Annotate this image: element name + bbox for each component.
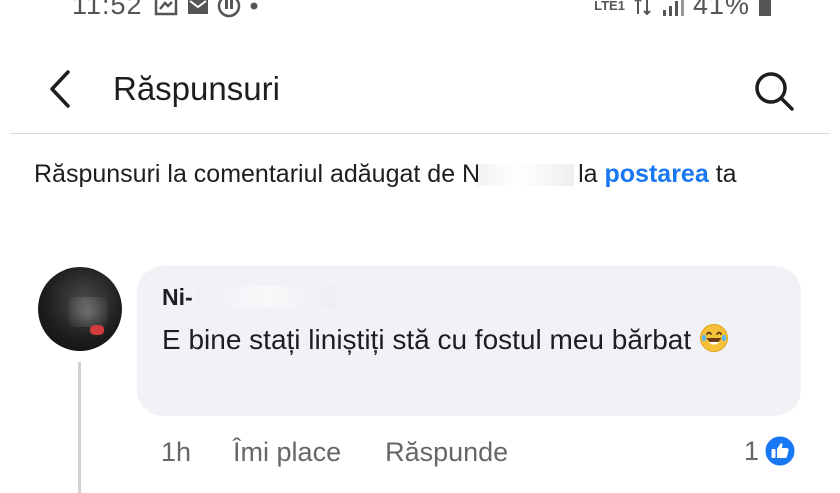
battery-icon — [759, 0, 771, 16]
search-button[interactable] — [750, 67, 798, 115]
signal-icon — [662, 0, 684, 16]
comment-actions: 1h Îmi place Răspunde — [161, 434, 552, 470]
battery-percent: 41% — [692, 0, 750, 20]
like-reaction-icon — [763, 434, 797, 468]
data-transfer-icon — [634, 0, 651, 15]
data-saver-icon — [217, 0, 240, 17]
comment-text: E bine stați liniștiți stă cu fostul meu… — [162, 324, 692, 355]
avatar-highlight — [68, 297, 108, 327]
thread-line — [78, 362, 81, 493]
comment-bubble[interactable]: Ni- E bine stați liniștiți stă cu fostul… — [137, 266, 801, 416]
comment-time: 1h — [161, 436, 192, 467]
page-title: Răspunsuri — [113, 70, 280, 107]
header-divider — [10, 133, 830, 134]
replies-screen: 11:52 LTE1 41% Răspunsuri Răspunsuri la … — [0, 0, 840, 493]
back-button[interactable] — [38, 67, 82, 111]
avatar-detail — [90, 325, 104, 335]
search-icon — [755, 72, 794, 111]
context-suffix: ta — [715, 160, 737, 188]
status-notification-icons — [153, 0, 259, 18]
context-prefix: Răspunsuri la comentariul adăugat de N — [34, 160, 481, 188]
status-time: 11:52 — [72, 0, 143, 20]
status-right: LTE1 41% — [594, 0, 772, 21]
redacted-name — [478, 164, 575, 187]
avatar[interactable] — [38, 267, 122, 351]
chevron-left-icon — [50, 70, 70, 108]
reaction-count: 1 — [744, 435, 760, 466]
comment-author[interactable]: Ni- — [162, 284, 193, 311]
replies-context: Răspunsuri la comentariul adăugat de N la… — [34, 157, 814, 191]
mail-notification-icon — [187, 0, 208, 14]
messenger-notification-icon — [154, 0, 177, 15]
status-left: 11:52 — [72, 0, 259, 21]
comment-text-block: E bine stați liniștiți stă cu fostul meu… — [162, 320, 782, 360]
laughing-tears-emoji-icon — [700, 324, 729, 352]
reaction-summary[interactable]: 1 — [744, 433, 797, 469]
status-bar: 11:52 LTE1 41% — [0, 0, 840, 26]
reply-button[interactable]: Răspunde — [385, 437, 508, 468]
post-link[interactable]: postarea — [605, 160, 709, 188]
context-middle: la — [578, 160, 598, 188]
more-notifications-dot-icon — [250, 2, 258, 9]
network-type: LTE1 — [594, 0, 625, 13]
redacted-author-name — [197, 286, 337, 308]
like-button[interactable]: Îmi place — [233, 437, 341, 468]
app-header: Răspunsuri — [0, 50, 840, 134]
